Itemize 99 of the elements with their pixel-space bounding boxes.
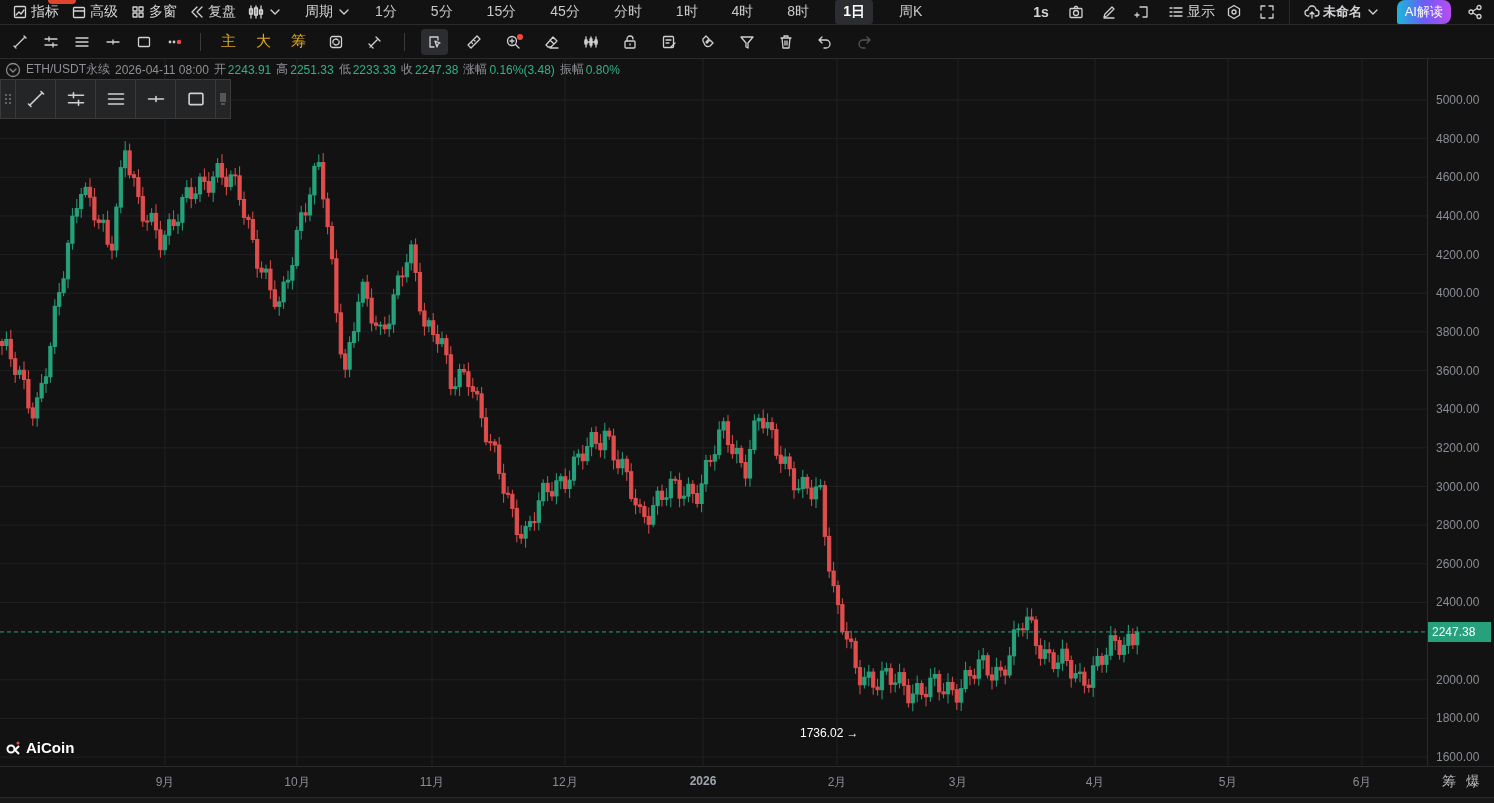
candle-time: 2026-04-11 08:00	[115, 62, 209, 77]
period-tab[interactable]: 1时	[667, 0, 706, 24]
share-icon	[1466, 4, 1483, 20]
ohlc-label: 低	[338, 61, 351, 78]
period-tab[interactable]: 45分	[542, 0, 588, 24]
price-tick-label: 3600.00	[1436, 363, 1480, 378]
ohlc-label: 振幅	[559, 61, 584, 78]
cloud-upload-icon	[1303, 4, 1320, 20]
time-axis-label: 6月	[1352, 774, 1372, 791]
parallel-icon	[65, 89, 86, 109]
price-tick-label: 2800.00	[1436, 518, 1480, 533]
ohlc-value: 2251.33	[290, 62, 334, 77]
settings-icon	[1226, 4, 1243, 20]
rewind-icon	[189, 4, 205, 20]
display-button[interactable]: 显示	[1161, 1, 1221, 23]
price-tick-label: 5000.00	[1436, 93, 1480, 107]
drag-handle-icon[interactable]	[219, 92, 227, 106]
period-tab[interactable]: 4时	[723, 0, 762, 24]
ohlc-label: 收	[401, 61, 414, 78]
collapse-button[interactable]	[5, 61, 21, 78]
price-tick-label: 4800.00	[1436, 131, 1480, 146]
logo-text: AiCoin	[26, 739, 75, 756]
price-tick-label: 1600.00	[1436, 750, 1480, 765]
chevron-down-icon	[5, 61, 21, 78]
price-tick-label: 4400.00	[1436, 208, 1480, 223]
arrow-glyph: →	[846, 725, 859, 740]
period-tab[interactable]: 1日	[835, 0, 873, 24]
price-tick-label: 1800.00	[1436, 711, 1480, 726]
time-axis-label: 12月	[552, 774, 578, 791]
window-icon	[71, 4, 87, 20]
period-tab[interactable]: 1分	[367, 0, 405, 24]
period-menu[interactable]: 周期	[299, 1, 358, 23]
line-icon	[11, 33, 28, 50]
ohlc-value: 2233.33	[352, 62, 397, 77]
axis-toggle-button[interactable]: 筹	[1439, 773, 1458, 791]
price-tick-label: 3000.00	[1436, 479, 1480, 494]
select-button[interactable]	[421, 28, 448, 55]
grid-icon	[130, 4, 146, 20]
time-axis-label: 11月	[419, 774, 445, 791]
menu-button[interactable]: 高级	[65, 1, 124, 23]
time-axis-label: 5月	[1218, 774, 1238, 791]
period-tab[interactable]: 周K	[890, 0, 931, 24]
lock-icon	[621, 33, 638, 50]
line-icon	[25, 89, 46, 109]
period-tab[interactable]: 分时	[605, 0, 650, 24]
indicator-icon	[12, 4, 28, 20]
time-axis-label: 9月	[155, 774, 175, 791]
price-tick-label: 3200.00	[1436, 440, 1480, 455]
zoom-icon	[504, 33, 521, 50]
price-tick-label: 3400.00	[1436, 402, 1480, 417]
time-axis-label: 4月	[1085, 774, 1105, 791]
overlay-toggle-button[interactable]: 筹	[285, 32, 312, 51]
list-icon	[1167, 4, 1184, 20]
ohlc-label: 开	[213, 61, 226, 78]
add-box-icon	[1134, 4, 1151, 20]
price-tick-label: 4600.00	[1436, 170, 1480, 185]
fullscreen-icon	[1259, 4, 1276, 20]
layout-name-button[interactable]: 未命名	[1297, 1, 1387, 23]
axis-toggle-button[interactable]: 爆	[1463, 773, 1482, 791]
price-tick-label: 4000.00	[1436, 286, 1480, 301]
overlay-toggle-button[interactable]: 大	[250, 32, 277, 51]
cycle-icon	[327, 33, 344, 50]
low-price-label: 1736.02	[800, 725, 844, 740]
candlestick-icon	[248, 4, 264, 20]
select-icon	[426, 33, 443, 50]
last-price-tag: 2247.38	[1428, 621, 1491, 642]
symbol-name: ETH/USDT永续	[26, 61, 110, 78]
price-tick-label: 2400.00	[1436, 595, 1480, 610]
ohlc-value: 2243.91	[227, 62, 272, 77]
refresh-interval-button[interactable]: 1s	[1027, 2, 1055, 22]
ohlc-value: 0.80%	[585, 62, 620, 77]
price-tick-label: 4200.00	[1436, 247, 1480, 262]
menu-button[interactable]: 指标	[6, 1, 65, 23]
overlay-toggle-button[interactable]: 主	[215, 32, 242, 51]
menu-button[interactable]: 多窗	[124, 1, 183, 23]
filter-icon	[738, 33, 755, 50]
notification-dot	[517, 33, 523, 40]
time-axis-label: 3月	[948, 774, 968, 791]
camera-icon	[1068, 4, 1085, 20]
drag-handle-icon[interactable]	[4, 92, 12, 106]
ohlc-value: 2247.38	[415, 62, 459, 77]
note-icon	[660, 33, 677, 50]
ohlc-value: 0.16%(3.48)	[489, 62, 555, 77]
price-tick-label: 2000.00	[1436, 672, 1480, 687]
magnet-icon	[699, 33, 716, 50]
ohlc-label: 涨幅	[463, 61, 488, 78]
price-tick-label: 2600.00	[1436, 556, 1480, 571]
time-axis-label: 10月	[284, 774, 310, 791]
logo-icon	[6, 739, 22, 756]
period-tab[interactable]: 5分	[422, 0, 461, 24]
ohlc-label: 高	[276, 61, 289, 78]
ai-analysis-button[interactable]: AI解读	[1396, 0, 1451, 24]
period-tab[interactable]: 8时	[779, 0, 818, 24]
period-tab[interactable]: 15分	[478, 0, 525, 24]
ruler-icon	[465, 33, 482, 50]
time-axis-label: 2月	[827, 774, 847, 791]
price-tick-label: 3800.00	[1436, 324, 1480, 339]
menu-button[interactable]: 复盘	[183, 1, 242, 23]
time-axis-label: 2026	[689, 774, 717, 788]
